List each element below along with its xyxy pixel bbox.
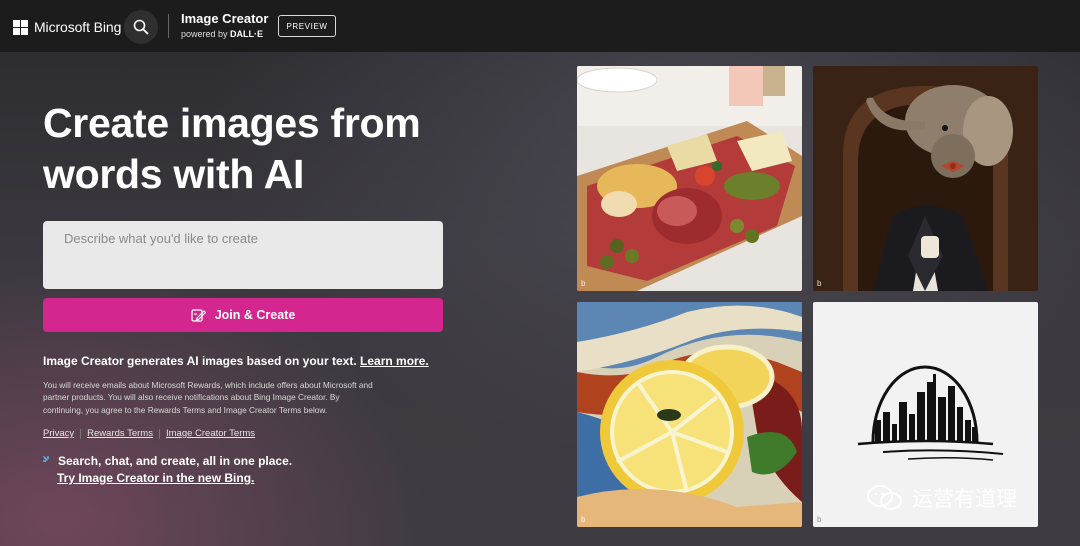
microsoft-bing-home-link[interactable]: Microsoft Bing	[13, 19, 121, 35]
header-divider	[168, 14, 169, 38]
search-button[interactable]	[124, 10, 158, 44]
charcuterie-board-image[interactable]: b	[577, 66, 802, 291]
elephant-in-suit-image[interactable]: b	[813, 66, 1038, 291]
join-and-create-label: Join & Create	[214, 308, 296, 322]
join-and-create-button[interactable]: Join & Create	[43, 298, 443, 332]
try-new-bing-link[interactable]: Try Image Creator in the new Bing.	[57, 471, 254, 485]
info-text: Image Creator generates AI images based …	[43, 354, 463, 368]
link-separator	[158, 428, 160, 439]
microsoft-logo-icon	[13, 19, 28, 35]
promo-text: Search, chat, and create, all in one pla…	[58, 454, 293, 468]
image-corner-mark: b	[817, 515, 822, 524]
image-corner-mark: b	[817, 279, 822, 288]
product-brand[interactable]: Image Creator powered by DALL·E	[181, 11, 268, 39]
prompt-input[interactable]	[43, 221, 443, 289]
watermark-text: 运营有道理	[912, 487, 1017, 511]
powered-by-prefix: powered by	[181, 29, 228, 39]
powered-by-name: DALL·E	[230, 29, 264, 39]
create-pencil-icon	[191, 308, 207, 323]
footer-links: Privacy Rewards Terms Image Creator Term…	[43, 428, 255, 439]
wechat-watermark: 运营有道理	[866, 483, 1017, 513]
image-corner-mark: b	[581, 279, 586, 288]
lemon-abstract-painting-image[interactable]: b	[577, 302, 802, 527]
search-icon	[133, 19, 149, 35]
top-bar: Microsoft Bing Image Creator powered by …	[0, 0, 1080, 52]
info-description: Image Creator generates AI images based …	[43, 354, 357, 368]
sparkle-icon	[43, 456, 53, 466]
product-title: Image Creator	[181, 11, 269, 26]
image-corner-mark: b	[581, 515, 586, 524]
new-bing-promo: Search, chat, and create, all in one pla…	[43, 454, 292, 485]
rewards-terms-link[interactable]: Rewards Terms	[87, 428, 153, 439]
privacy-link[interactable]: Privacy	[43, 428, 74, 439]
learn-more-link[interactable]: Learn more.	[360, 354, 429, 368]
image-creator-terms-link[interactable]: Image Creator Terms	[166, 428, 255, 439]
brand-name: Microsoft Bing	[34, 19, 122, 35]
link-separator	[80, 428, 82, 439]
preview-badge: PREVIEW	[278, 15, 336, 37]
wechat-icon	[866, 484, 904, 512]
powered-by: powered by DALL·E	[181, 29, 268, 39]
fine-print: You will receive emails about Microsoft …	[43, 380, 373, 415]
page-title: Create images from words with AI	[43, 100, 421, 197]
